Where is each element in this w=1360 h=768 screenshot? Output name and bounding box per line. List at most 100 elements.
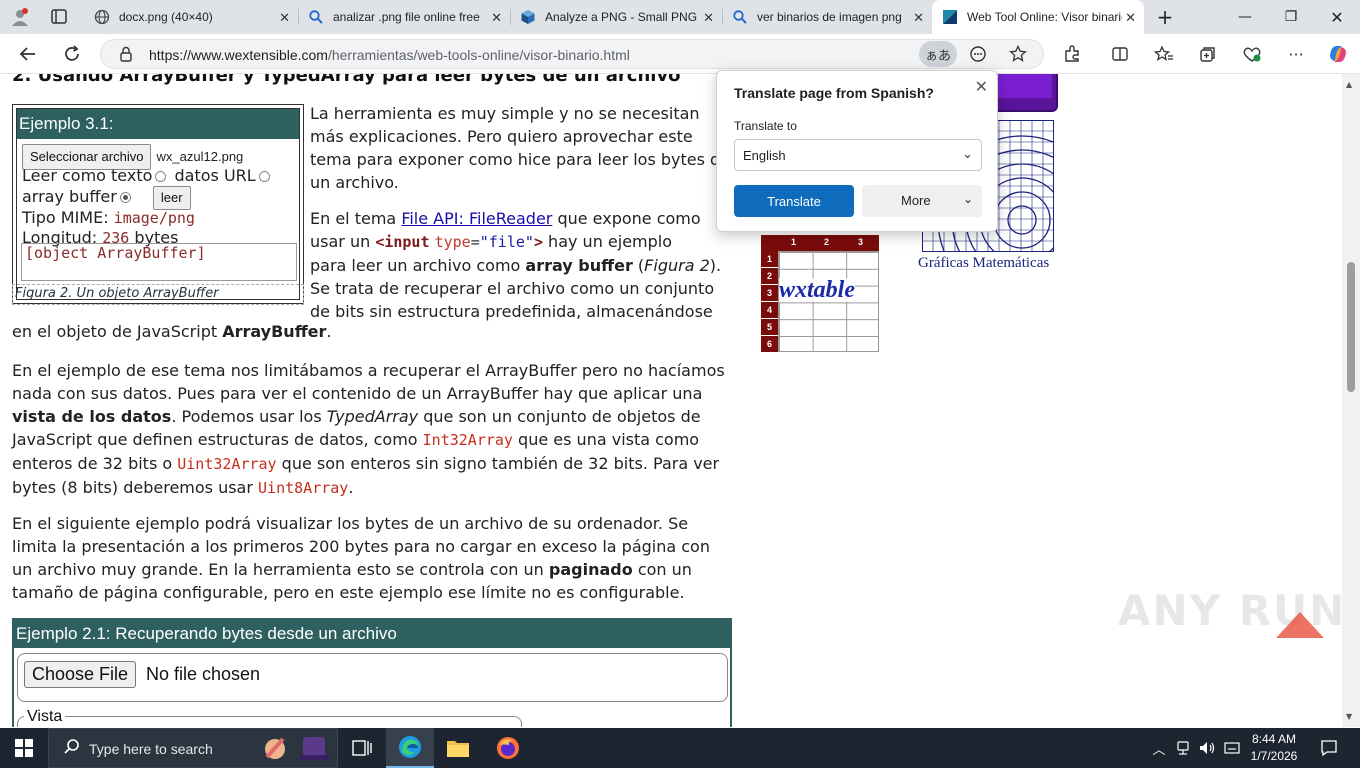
filereader-link[interactable]: File API: FileReader <box>401 209 552 228</box>
text: un archivo muy grande. En la herramienta… <box>12 560 549 579</box>
search-highlight-image <box>259 731 335 768</box>
no-file-chosen-text: No file chosen <box>146 664 261 684</box>
system-clock[interactable]: 8:44 AM 1/7/2026 <box>1244 731 1304 765</box>
code-text: Int32Array <box>422 431 513 449</box>
network-status-icon[interactable] <box>1174 728 1192 768</box>
lock-icon[interactable] <box>119 46 133 66</box>
web-page: 2. Usando ArrayBuffer y TypedArray para … <box>0 74 1342 727</box>
text-line: nada con sus datos. Pues para ver el con… <box>12 384 703 403</box>
example-3-1-box: Ejemplo 3.1: Seleccionar archivo wx_azul… <box>12 104 304 304</box>
code-string: "file" <box>479 233 534 251</box>
radio-text[interactable] <box>155 171 167 182</box>
scroll-up-icon[interactable]: ▲ <box>1346 80 1352 89</box>
graph-caption[interactable]: Gráficas Matemáticas <box>918 255 1049 272</box>
output-area[interactable]: [object ArrayBuffer] <box>21 243 297 281</box>
edge-taskbar-icon[interactable] <box>386 728 434 768</box>
wxtable-col-label: 1 <box>791 237 797 247</box>
wxtable-row-label: 5 <box>761 319 778 335</box>
profile-avatar[interactable] <box>10 7 30 27</box>
file-explorer-icon[interactable] <box>434 728 482 768</box>
bold-text: vista de los datos <box>12 407 172 426</box>
more-button[interactable]: More ⌄ <box>862 185 982 217</box>
cube-icon <box>520 9 536 25</box>
wxtable-image[interactable]: 1 2 3 1 2 3 4 5 6 wxtable <box>761 235 879 352</box>
browser-essentials-icon[interactable] <box>1238 40 1266 68</box>
wxtable-row-label: 1 <box>761 251 778 267</box>
tab-title: Web Tool Online: Visor binario <box>967 10 1122 24</box>
back-icon[interactable] <box>14 40 42 68</box>
copilot-icon[interactable] <box>1324 40 1352 68</box>
paragraph-1: La herramienta es muy simple y no se nec… <box>310 102 730 194</box>
vista-legend: Vista <box>24 708 66 726</box>
bold-text: ArrayBuffer <box>222 322 327 341</box>
text-line: limita la presentación a los primeros 20… <box>12 537 710 556</box>
minimize-icon[interactable]: — <box>1222 0 1268 34</box>
close-popup-icon[interactable]: ✕ <box>975 77 988 96</box>
scroll-down-icon[interactable]: ▼ <box>1346 712 1352 721</box>
restore-icon[interactable]: ❐ <box>1268 0 1314 34</box>
text: que son un conjunto de objetos de <box>418 407 701 426</box>
text: . <box>326 322 332 341</box>
file-input-row: Choose File No file chosen <box>17 653 728 702</box>
split-screen-icon[interactable] <box>1106 40 1134 68</box>
address-bar[interactable]: https://www.wextensible.com/herramientas… <box>100 39 1044 69</box>
page-scrollbar[interactable]: ▲ ▼ <box>1342 74 1360 727</box>
tab-actions-icon[interactable] <box>50 8 70 26</box>
code-tag: <input <box>375 233 430 251</box>
firefox-icon[interactable] <box>484 728 532 768</box>
tab-title: analizar .png file online free <box>333 10 480 24</box>
translate-page-button[interactable]: ぁあ <box>919 41 957 67</box>
extensions-icon[interactable] <box>1058 40 1086 68</box>
window-close-icon[interactable]: ✕ <box>1314 0 1360 34</box>
read-button[interactable]: leer <box>152 186 191 210</box>
radio-dataurl[interactable] <box>258 171 270 182</box>
close-tab-icon[interactable]: ✕ <box>703 10 714 26</box>
url-text: https://www.wextensible.com/herramientas… <box>149 47 630 63</box>
volume-icon[interactable] <box>1196 728 1218 768</box>
close-tab-icon[interactable]: ✕ <box>913 10 924 26</box>
favorites-icon[interactable] <box>1150 40 1178 68</box>
close-tab-icon[interactable]: ✕ <box>491 10 502 26</box>
chevron-down-icon: ⌄ <box>962 192 973 206</box>
tab-visor-binario[interactable]: Web Tool Online: Visor binario ✕ <box>932 0 1144 34</box>
task-view-icon[interactable] <box>338 728 386 768</box>
choose-file-button[interactable]: Choose File <box>24 661 137 688</box>
taskbar: Type here to search ︿ 8:44 AM 1/7/2026 <box>0 728 1360 768</box>
settings-more-icon[interactable]: ··· <box>1282 40 1310 68</box>
text: hay un ejemplo <box>542 232 673 251</box>
text: en el objeto de JavaScript <box>12 322 223 341</box>
translate-button[interactable]: Translate <box>734 185 854 217</box>
collections-icon[interactable] <box>1194 40 1222 68</box>
tab-analizar[interactable]: analizar .png file online free ✕ <box>298 0 510 34</box>
wxtable-logo: wxtable <box>779 277 855 303</box>
refresh-icon[interactable] <box>58 40 86 68</box>
tab-docx[interactable]: docx.png (40×40) ✕ <box>84 0 298 34</box>
code-text: Uint8Array <box>258 479 349 497</box>
text: ). <box>709 256 722 275</box>
text: con un <box>632 560 692 579</box>
text-line: En el ejemplo de ese tema nos limitábamo… <box>12 361 725 380</box>
tab-ver-binarios[interactable]: ver binarios de imagen png ✕ <box>722 0 932 34</box>
scroll-thumb[interactable] <box>1347 262 1355 392</box>
anyrun-logo-icon <box>1276 612 1324 638</box>
favorite-star-icon[interactable] <box>1009 44 1027 67</box>
text-line: más explicaciones. Pero quiero aprovecha… <box>310 127 693 146</box>
radio-arraybuffer[interactable] <box>119 192 131 203</box>
text: . Podemos usar los <box>171 407 327 426</box>
language-select[interactable]: English ⌄ <box>734 139 982 171</box>
show-hidden-icons[interactable]: ︿ <box>1150 728 1168 768</box>
code-text: Uint32Array <box>177 455 277 473</box>
reading-more-icon[interactable] <box>969 45 987 67</box>
new-tab-button[interactable]: + <box>1142 0 1188 34</box>
more-label: More <box>901 193 931 208</box>
text-line: un archivo. <box>310 173 399 192</box>
close-tab-icon[interactable]: ✕ <box>1125 10 1136 26</box>
vista-fieldset: Vista <box>17 708 522 727</box>
ime-icon[interactable] <box>1222 728 1242 768</box>
start-button[interactable] <box>0 728 48 768</box>
notifications-icon[interactable] <box>1314 728 1344 768</box>
taskbar-search-box[interactable]: Type here to search <box>48 728 338 768</box>
close-tab-icon[interactable]: ✕ <box>279 10 290 26</box>
wxtable-col-label: 2 <box>824 237 830 247</box>
tab-analyze-png[interactable]: Analyze a PNG - Small PNG ✕ <box>510 0 722 34</box>
